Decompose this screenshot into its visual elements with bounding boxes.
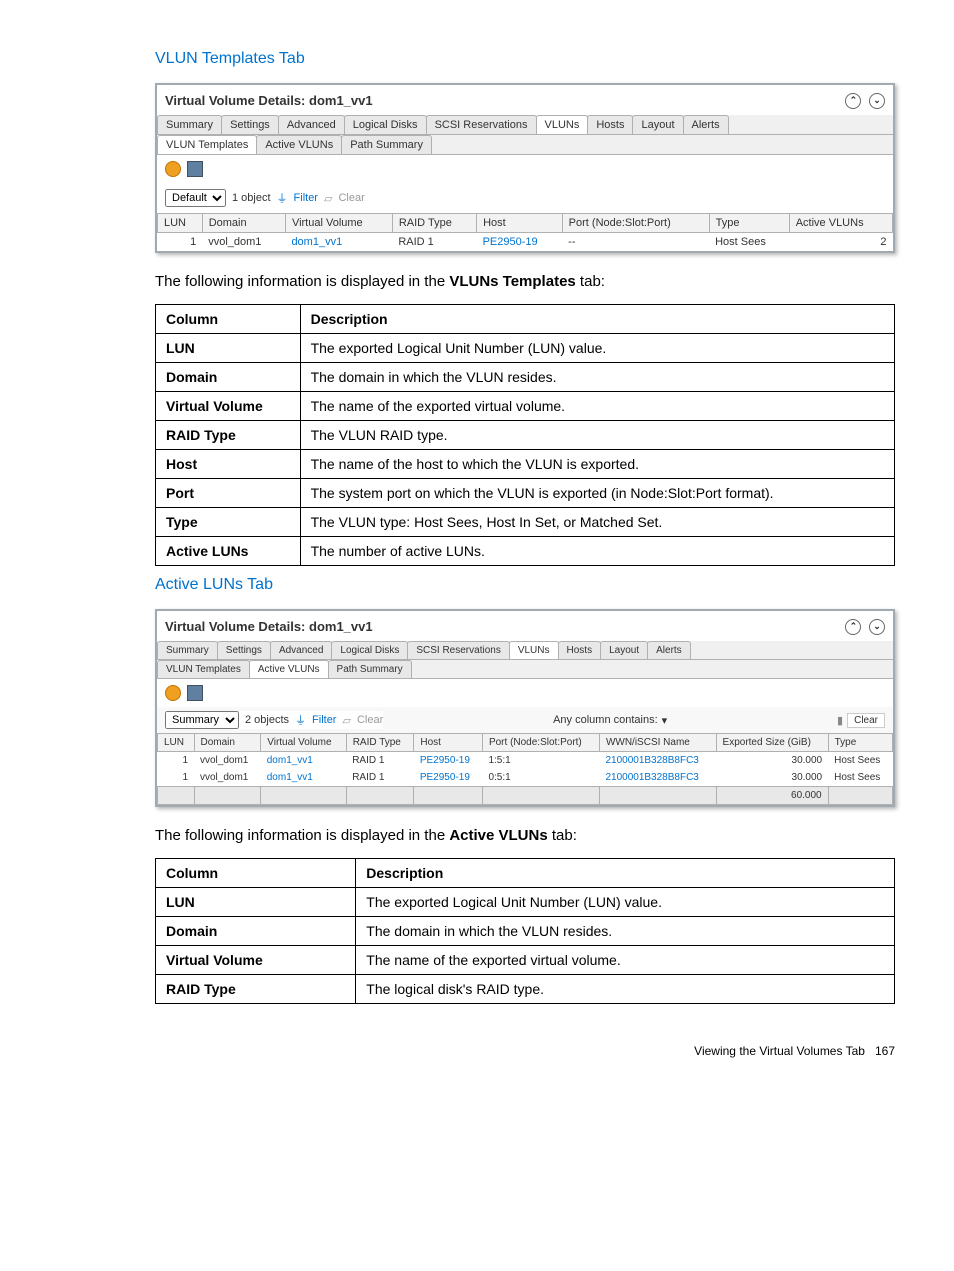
tab-scsi-reservations[interactable]: SCSI Reservations — [407, 641, 509, 659]
subtab-active-vluns[interactable]: Active VLUNs — [249, 660, 329, 678]
subtab-vlun-templates[interactable]: VLUN Templates — [157, 660, 250, 678]
host-link[interactable]: PE2950-19 — [483, 236, 538, 248]
wwn-link[interactable]: 2100001B328B8FC3 — [605, 755, 698, 766]
tab-logical-disks[interactable]: Logical Disks — [344, 115, 427, 134]
tab-settings[interactable]: Settings — [221, 115, 279, 134]
col-host[interactable]: Host — [477, 214, 563, 233]
filter-link[interactable]: Filter — [312, 714, 336, 726]
doc-table-1: ColumnDescription LUNThe exported Logica… — [155, 304, 895, 566]
collapse-up-icon[interactable]: ⌃ — [845, 619, 861, 635]
eraser-icon: ▱ — [342, 714, 350, 727]
refresh-icon[interactable] — [165, 685, 181, 701]
tab-hosts[interactable]: Hosts — [558, 641, 602, 659]
screenshot-active-vluns: Virtual Volume Details: dom1_vv1 ⌃ ⌄ Sum… — [155, 609, 895, 807]
eraser-icon: ▱ — [324, 192, 332, 205]
col-raid[interactable]: RAID Type — [346, 734, 414, 752]
tab-scsi-reservations[interactable]: SCSI Reservations — [426, 115, 537, 134]
subtab-path-summary[interactable]: Path Summary — [328, 660, 412, 678]
vv-link[interactable]: dom1_vv1 — [267, 755, 313, 766]
tab-vluns[interactable]: VLUNs — [509, 641, 559, 659]
collapse-down-icon[interactable]: ⌄ — [869, 93, 885, 109]
table-row[interactable]: 1 vvol_dom1 dom1_vv1 RAID 1 PE2950-19 1:… — [158, 752, 893, 770]
main-tabs: Summary Settings Advanced Logical Disks … — [157, 641, 893, 660]
intro-text-1: The following information is displayed i… — [155, 273, 895, 290]
tab-settings[interactable]: Settings — [217, 641, 271, 659]
tab-alerts[interactable]: Alerts — [683, 115, 729, 134]
panel-title-icons: ⌃ ⌄ — [841, 91, 885, 109]
section-heading-vlun: VLUN Templates Tab — [155, 50, 895, 68]
refresh-icon[interactable] — [165, 161, 181, 177]
col-type[interactable]: Type — [709, 214, 789, 233]
vv-link[interactable]: dom1_vv1 — [267, 772, 313, 783]
filter-link[interactable]: Filter — [294, 192, 318, 204]
tab-layout[interactable]: Layout — [632, 115, 683, 134]
columns-icon[interactable] — [187, 161, 203, 177]
subtab-active-vluns[interactable]: Active VLUNs — [256, 135, 342, 154]
tab-layout[interactable]: Layout — [600, 641, 648, 659]
col-port[interactable]: Port (Node:Slot:Port) — [482, 734, 599, 752]
columns-icon[interactable] — [187, 685, 203, 701]
panel-title: Virtual Volume Details: dom1_vv1 — [165, 93, 373, 108]
col-size[interactable]: Exported Size (GiB) — [716, 734, 828, 752]
any-column-label: Any column contains: — [553, 714, 658, 726]
view-select[interactable]: Default — [165, 189, 226, 207]
col-domain[interactable]: Domain — [194, 734, 261, 752]
col-host[interactable]: Host — [414, 734, 483, 752]
table-row[interactable]: 1 vvol_dom1 dom1_vv1 RAID 1 PE2950-19 0:… — [158, 769, 893, 787]
col-active[interactable]: Active VLUNs — [789, 214, 892, 233]
sub-tabs: VLUN Templates Active VLUNs Path Summary — [157, 135, 893, 155]
wwn-link[interactable]: 2100001B328B8FC3 — [605, 772, 698, 783]
view-select[interactable]: Summary — [165, 711, 239, 729]
tab-hosts[interactable]: Hosts — [587, 115, 633, 134]
collapse-down-icon[interactable]: ⌄ — [869, 619, 885, 635]
table-row[interactable]: 1 vvol_dom1 dom1_vv1 RAID 1 PE2950-19 --… — [158, 233, 893, 252]
tab-logical-disks[interactable]: Logical Disks — [331, 641, 408, 659]
subtab-path-summary[interactable]: Path Summary — [341, 135, 432, 154]
tab-advanced[interactable]: Advanced — [278, 115, 345, 134]
intro-text-2: The following information is displayed i… — [155, 827, 895, 844]
col-vv[interactable]: Virtual Volume — [261, 734, 346, 752]
host-link[interactable]: PE2950-19 — [420, 755, 470, 766]
col-raid[interactable]: RAID Type — [392, 214, 476, 233]
col-type[interactable]: Type — [828, 734, 892, 752]
page-footer: Viewing the Virtual Volumes Tab 167 — [155, 1044, 895, 1058]
subtab-vlun-templates[interactable]: VLUN Templates — [157, 135, 257, 154]
col-lun[interactable]: LUN — [158, 734, 195, 752]
screenshot-vlun-templates: Virtual Volume Details: dom1_vv1 ⌃ ⌄ Sum… — [155, 83, 895, 253]
col-domain[interactable]: Domain — [202, 214, 285, 233]
vv-link[interactable]: dom1_vv1 — [291, 236, 342, 248]
tab-advanced[interactable]: Advanced — [270, 641, 332, 659]
clear-link[interactable]: Clear — [357, 714, 383, 726]
tab-summary[interactable]: Summary — [157, 115, 222, 134]
doc-table-2: ColumnDescription LUNThe exported Logica… — [155, 858, 895, 1004]
vlun-templates-grid: LUN Domain Virtual Volume RAID Type Host… — [157, 213, 893, 251]
clear-link[interactable]: Clear — [338, 192, 364, 204]
dropdown-icon[interactable]: ▾ — [662, 714, 668, 727]
main-tabs: Summary Settings Advanced Logical Disks … — [157, 115, 893, 135]
host-link[interactable]: PE2950-19 — [420, 772, 470, 783]
panel-title-icons: ⌃ ⌄ — [841, 617, 885, 635]
col-vv[interactable]: Virtual Volume — [285, 214, 392, 233]
active-vluns-grid: LUN Domain Virtual Volume RAID Type Host… — [157, 733, 893, 805]
tab-alerts[interactable]: Alerts — [647, 641, 691, 659]
funnel-icon: ⏚ — [295, 712, 306, 728]
tab-summary[interactable]: Summary — [157, 641, 218, 659]
bell-icon[interactable]: ▮ — [837, 714, 843, 727]
col-port[interactable]: Port (Node:Slot:Port) — [562, 214, 709, 233]
clear-button[interactable]: Clear — [847, 713, 885, 728]
collapse-up-icon[interactable]: ⌃ — [845, 93, 861, 109]
funnel-icon: ⏚ — [277, 190, 288, 206]
panel-title: Virtual Volume Details: dom1_vv1 — [165, 619, 373, 634]
total-row: 60.000 — [158, 787, 893, 805]
col-lun[interactable]: LUN — [158, 214, 203, 233]
section-heading-active: Active LUNs Tab — [155, 576, 895, 594]
object-count: 1 object — [232, 192, 271, 204]
col-wwn[interactable]: WWN/iSCSI Name — [599, 734, 716, 752]
object-count: 2 objects — [245, 714, 289, 726]
sub-tabs: VLUN Templates Active VLUNs Path Summary — [157, 660, 893, 679]
tab-vluns[interactable]: VLUNs — [536, 115, 589, 134]
